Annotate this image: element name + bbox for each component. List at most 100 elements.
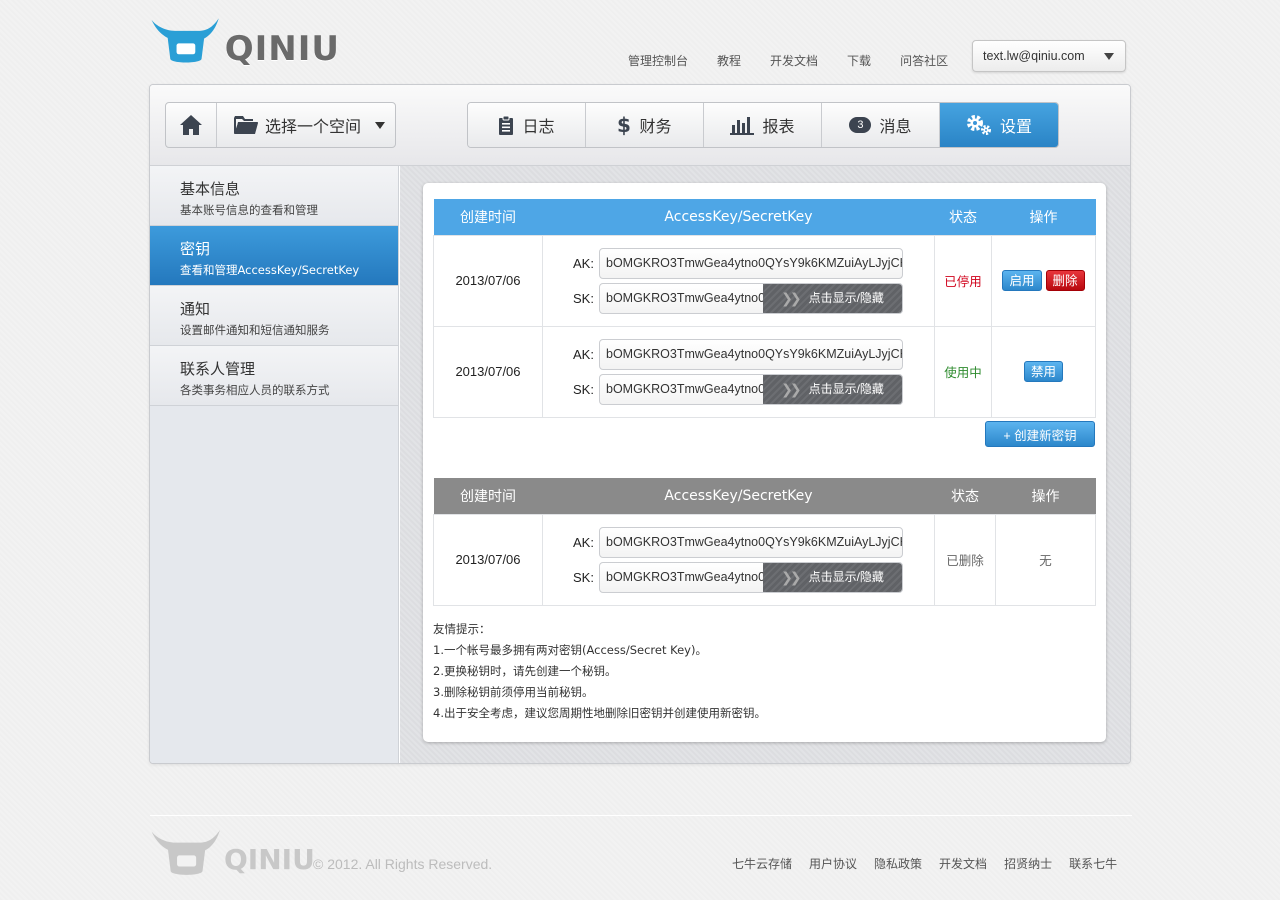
bull-logo-icon: [151, 829, 220, 875]
key-pair-cell: AK: bOMGKRO3TmwGea4ytno0QYsY9k6KMZuiAyLJy…: [542, 513, 935, 606]
enable-key-button[interactable]: 启用: [1002, 270, 1042, 291]
tip-item: 1.一个帐号最多拥有两对密钥(Access/Secret Key)。: [433, 643, 707, 657]
tab-finance[interactable]: $ 财务: [586, 103, 704, 147]
sidebar-item-contacts[interactable]: 联系人管理 各类事务相应人员的联系方式: [150, 346, 398, 406]
home-button[interactable]: [166, 103, 217, 147]
toggle-secret-button[interactable]: ❯❯ 点击显示/隐藏: [763, 283, 902, 313]
tab-logs[interactable]: 日志: [468, 103, 586, 147]
status-badge: 使用中: [944, 366, 982, 380]
qiniu-logo[interactable]: QINIU: [150, 10, 340, 72]
footer-link-privacy[interactable]: 隐私政策: [874, 855, 922, 872]
toggle-secret-label: 点击显示/隐藏: [808, 569, 884, 584]
access-key-field[interactable]: bOMGKRO3TmwGea4ytno0QYsY9k6KMZuiAyLJyjCH: [599, 526, 903, 558]
nav-docs[interactable]: 开发文档: [770, 52, 818, 69]
clipboard-icon: [499, 115, 514, 135]
key-created-date: 2013/07/06: [433, 325, 543, 418]
svg-text:$: $: [617, 114, 631, 136]
sidebar-item-keys[interactable]: 密钥 查看和管理AccessKey/SecretKey: [150, 226, 398, 286]
create-key-button[interactable]: + 创建新密钥: [985, 421, 1095, 447]
gears-icon: [966, 115, 991, 135]
copyright: © 2012. All Rights Reserved.: [313, 856, 493, 872]
table-header-row: 创建时间 AccessKey/SecretKey 状态 操作: [433, 478, 1096, 514]
bar-chart-icon: [730, 117, 755, 135]
tip-item: 4.出于安全考虑，建议您周期性地删除旧密钥并创建使用新密钥。: [433, 706, 766, 720]
message-count-badge: 3: [849, 117, 872, 133]
tab-reports[interactable]: 报表: [704, 103, 822, 147]
sk-label: SK:: [573, 569, 594, 585]
double-chevron-icon: ❯❯: [781, 380, 802, 397]
footer-link-user-agreement[interactable]: 用户协议: [809, 855, 857, 872]
toggle-secret-label: 点击显示/隐藏: [808, 381, 884, 396]
tab-reports-label: 报表: [762, 117, 795, 136]
space-selector-group: 选择一个空间: [165, 102, 396, 148]
space-select-label: 选择一个空间: [265, 117, 362, 136]
key-actions-cell: 启用 删除: [991, 234, 1096, 327]
key-actions-cell: 无: [995, 513, 1096, 606]
table-header-row: 创建时间 AccessKey/SecretKey 状态 操作: [433, 199, 1096, 235]
no-action-text: 无: [1039, 554, 1052, 568]
nav-console[interactable]: 管理控制台: [628, 52, 688, 69]
status-badge: 已停用: [944, 275, 982, 289]
access-key-field[interactable]: bOMGKRO3TmwGea4ytno0QYsY9k6KMZuiAyLJyjCH: [599, 247, 903, 279]
key-actions-cell: 禁用: [991, 325, 1096, 418]
col-actions: 操作: [991, 199, 1096, 235]
dollar-icon: $: [617, 114, 631, 136]
logo-text: QINIU: [224, 29, 340, 69]
secret-key-field[interactable]: bOMGKRO3TmwGea4ytno0Q ❯❯ 点击显示/隐藏: [599, 282, 903, 314]
tips-title: 友情提示：: [433, 622, 491, 636]
sidebar-item-title: 密钥: [180, 240, 211, 258]
col-keys: AccessKey/SecretKey: [542, 478, 935, 514]
tip-item: 3.删除秘钥前须停用当前秘钥。: [433, 685, 594, 699]
nav-tutorial[interactable]: 教程: [717, 52, 741, 69]
key-pair-cell: AK: bOMGKRO3TmwGea4ytno0QYsY9k6KMZuiAyLJy…: [542, 234, 935, 327]
toolbar: 选择一个空间 日志 $ 财务 报表 3 消息 设置: [150, 85, 1130, 166]
footer-divider: [150, 815, 1132, 816]
footer-link-qiniu-storage[interactable]: 七牛云存储: [732, 855, 792, 872]
col-status: 状态: [934, 478, 996, 514]
tab-settings[interactable]: 设置: [940, 103, 1058, 147]
deleted-keys-table: 创建时间 AccessKey/SecretKey 状态 操作 2013/07/0…: [433, 478, 1096, 606]
footer-logo-text: QINIU: [224, 842, 315, 876]
home-icon: [180, 115, 202, 135]
sidebar-item-title: 联系人管理: [180, 360, 256, 378]
keys-card: 创建时间 AccessKey/SecretKey 状态 操作 2013/07/0…: [423, 183, 1106, 742]
tab-finance-label: 财务: [639, 117, 672, 136]
toggle-secret-button[interactable]: ❯❯ 点击显示/隐藏: [763, 562, 902, 592]
double-chevron-icon: ❯❯: [781, 568, 802, 585]
toggle-secret-label: 点击显示/隐藏: [808, 290, 884, 305]
footer-link-contact[interactable]: 联系七牛: [1069, 855, 1117, 872]
toggle-secret-button[interactable]: ❯❯ 点击显示/隐藏: [763, 374, 902, 404]
delete-key-button[interactable]: 删除: [1045, 270, 1085, 291]
main-tabs: 日志 $ 财务 报表 3 消息 设置: [467, 102, 1059, 148]
col-created-time: 创建时间: [433, 199, 543, 235]
nav-download[interactable]: 下载: [847, 52, 871, 69]
sk-label: SK:: [573, 290, 594, 306]
sidebar-item-notifications[interactable]: 通知 设置邮件通知和短信通知服务: [150, 286, 398, 346]
ak-label: AK:: [573, 534, 594, 550]
tip-item: 2.更换秘钥时，请先创建一个秘钥。: [433, 664, 617, 678]
col-actions: 操作: [995, 478, 1096, 514]
secret-key-value: bOMGKRO3TmwGea4ytno0Q: [606, 290, 775, 305]
footer-link-docs[interactable]: 开发文档: [939, 855, 987, 872]
disable-key-button[interactable]: 禁用: [1023, 361, 1063, 382]
sidebar-item-desc: 设置邮件通知和短信通知服务: [180, 323, 330, 337]
top-nav: 管理控制台 教程 开发文档 下载 问答社区: [628, 52, 977, 69]
key-status-cell: 已删除: [934, 513, 996, 606]
tips-section: 友情提示： 1.一个帐号最多拥有两对密钥(Access/Secret Key)。…: [433, 619, 766, 724]
secret-key-field[interactable]: bOMGKRO3TmwGea4ytno0Q ❯❯ 点击显示/隐藏: [599, 561, 903, 593]
footer-logo[interactable]: QINIU: [150, 828, 315, 878]
tab-messages[interactable]: 3 消息: [822, 103, 940, 147]
footer-link-jobs[interactable]: 招贤纳士: [1004, 855, 1052, 872]
nav-community[interactable]: 问答社区: [900, 52, 948, 69]
sidebar-item-basic-info[interactable]: 基本信息 基本账号信息的查看和管理: [150, 166, 398, 226]
secret-key-value: bOMGKRO3TmwGea4ytno0Q: [606, 381, 775, 396]
ak-label: AK:: [573, 346, 594, 362]
key-created-date: 2013/07/06: [433, 234, 543, 327]
key-status-cell: 已停用: [934, 234, 992, 327]
user-menu[interactable]: text.lw@qiniu.com: [972, 40, 1126, 72]
double-chevron-icon: ❯❯: [781, 289, 802, 306]
access-key-field[interactable]: bOMGKRO3TmwGea4ytno0QYsY9k6KMZuiAyLJyjCH: [599, 338, 903, 370]
space-select[interactable]: 选择一个空间: [217, 103, 395, 147]
secret-key-field[interactable]: bOMGKRO3TmwGea4ytno0Q ❯❯ 点击显示/隐藏: [599, 373, 903, 405]
bull-logo-icon: [151, 18, 219, 63]
